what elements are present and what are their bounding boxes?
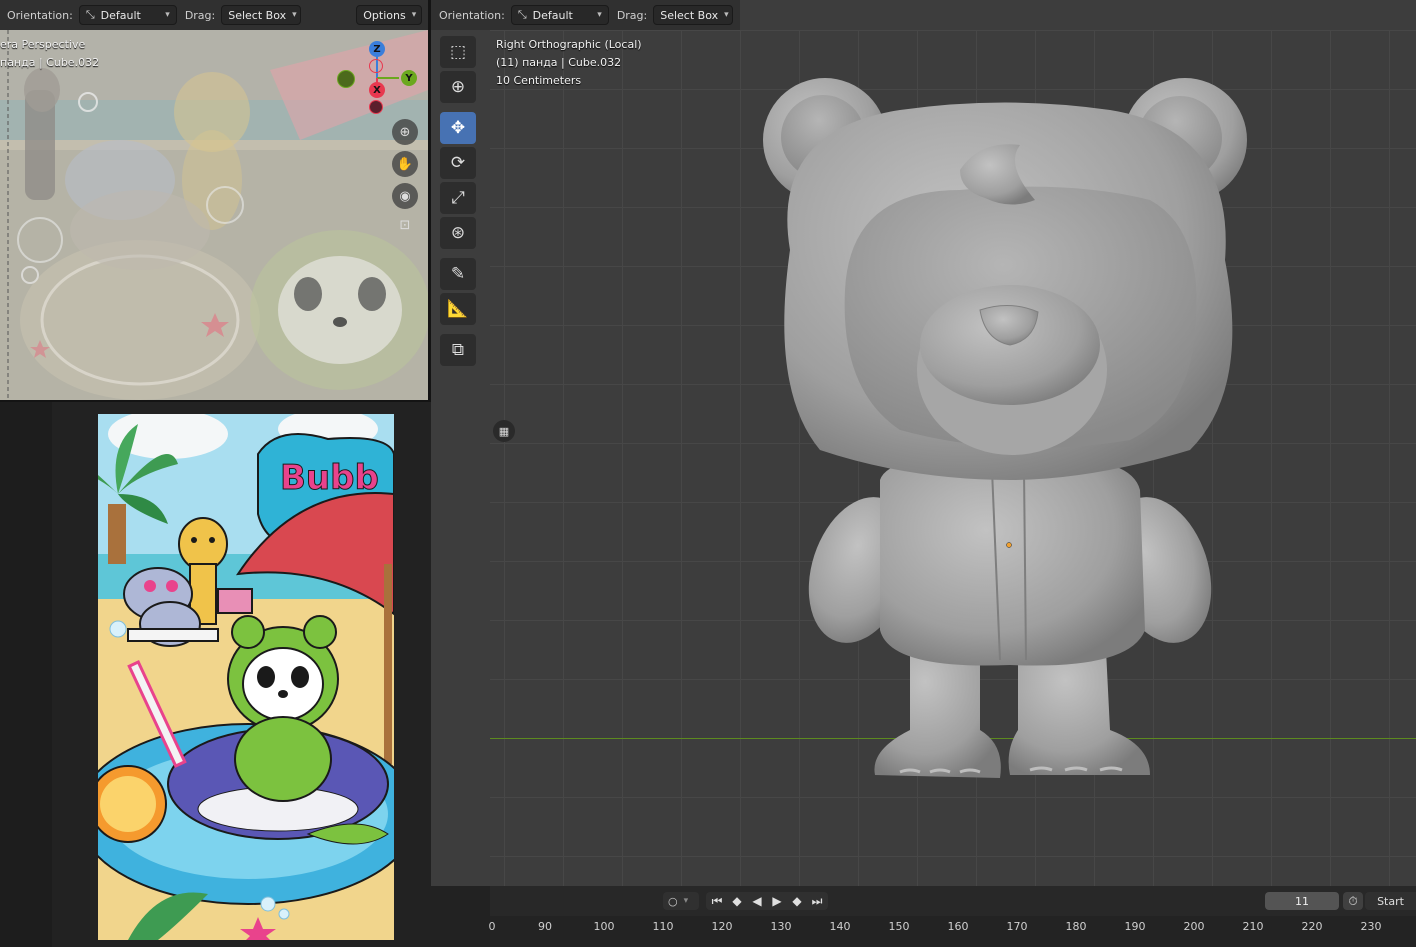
gizmo-x-axis[interactable]: X xyxy=(369,82,385,98)
timeline-frame-label: 150 xyxy=(888,920,910,933)
timeline-frame-label: 100 xyxy=(593,920,615,933)
timeline-frame-label: 130 xyxy=(770,920,792,933)
sign-text: Bubb xyxy=(280,458,379,498)
jump-to-start-icon[interactable]: ⏮ xyxy=(708,893,726,909)
reference-illustration: Bubb bAr xyxy=(98,414,394,940)
gizmo-y-axis[interactable]: Y xyxy=(401,70,417,86)
timeline-frame-label: 210 xyxy=(1242,920,1264,933)
scale-tool-icon[interactable]: ⤢ xyxy=(440,182,476,214)
right-3d-viewport[interactable]: Right Orthographic (Local) (11) панда | … xyxy=(490,30,1416,886)
viewport-object-name: панда | Cube.032 xyxy=(0,56,100,69)
orientation-dropdown[interactable]: ⤡ Default ▾ xyxy=(510,5,609,25)
options-label: Options xyxy=(363,8,406,22)
checker-toggle-icon[interactable]: ▦ xyxy=(493,420,515,442)
add-cube-tool-icon[interactable]: ⧉ xyxy=(440,334,476,366)
drag-value: Select Box xyxy=(660,8,719,22)
jump-to-end-icon[interactable]: ⏭ xyxy=(808,893,826,909)
timeline-frame-label: 90 xyxy=(538,920,552,933)
timeline-frame-label: 140 xyxy=(829,920,851,933)
timeline-frame-label: 220 xyxy=(1301,920,1323,933)
viewport-view-name: era Perspective xyxy=(0,38,86,51)
drag-dropdown[interactable]: Select Box ▾ xyxy=(653,5,734,25)
record-icon: ○ xyxy=(668,894,678,908)
timeline-frame-label: 200 xyxy=(1183,920,1205,933)
orientation-label: Orientation: xyxy=(7,8,73,22)
jump-to-keyframe-next-icon[interactable]: ◆ xyxy=(788,893,806,909)
timeline-frame-label: 160 xyxy=(947,920,969,933)
timeline-frame-label: 230 xyxy=(1360,920,1382,933)
orientation-value: Default xyxy=(532,8,573,22)
gizmo-neg-z-axis[interactable] xyxy=(369,100,383,114)
move-tool-icon[interactable]: ✥ xyxy=(440,112,476,144)
drag-label: Drag: xyxy=(616,8,648,22)
orientation-dropdown[interactable]: ⤡ Default ▾ xyxy=(78,5,177,25)
chevron-down-icon: ▾ xyxy=(683,896,689,906)
jump-to-keyframe-prev-icon[interactable]: ◆ xyxy=(728,893,746,909)
timeline-frame-label: 110 xyxy=(652,920,674,933)
chevron-down-icon: ▾ xyxy=(724,10,729,20)
image-editor-area[interactable]: Bubb bAr xyxy=(0,402,490,947)
options-dropdown[interactable]: Options ▾ xyxy=(356,5,423,25)
left-3d-viewport[interactable]: era Perspective панда | Cube.032 Z Y X ⊕… xyxy=(0,30,428,401)
camera-icon[interactable]: ◉ xyxy=(392,183,418,209)
annotate-tool-icon[interactable]: ✎ xyxy=(440,258,476,290)
orientation-label: Orientation: xyxy=(439,8,505,22)
measure-tool-icon[interactable]: 📐 xyxy=(440,293,476,325)
chevron-down-icon: ▾ xyxy=(597,10,602,20)
stopwatch-icon[interactable]: ⏱ xyxy=(1343,892,1363,910)
chevron-down-icon: ▾ xyxy=(165,10,170,20)
gizmo-z-axis[interactable]: Z xyxy=(369,41,385,57)
gizmo-neg-y-axis[interactable] xyxy=(337,70,355,88)
timeline-frame-label: 170 xyxy=(1006,920,1028,933)
right-viewport-header: Orientation: ⤡ Default ▾ Drag: Select Bo… xyxy=(431,0,740,30)
timeline-frame-label: 120 xyxy=(711,920,733,933)
zoom-icon[interactable]: ⊕ xyxy=(392,119,418,145)
orientation-value: Default xyxy=(100,8,141,22)
pan-hand-icon[interactable]: ✋ xyxy=(392,151,418,177)
play-reverse-icon[interactable]: ◀ xyxy=(748,893,766,909)
gizmo-neg-x-axis[interactable] xyxy=(369,59,383,73)
tool-shelf: ⬚ ⊕ ✥ ⟳ ⤢ ⊛ ✎ 📐 ⧉ xyxy=(438,36,478,369)
timeline-ruler[interactable]: 0 90 100 110 120 130 140 150 160 170 180 190 200 210 2… xyxy=(488,916,1416,947)
rotate-tool-icon[interactable]: ⟳ xyxy=(440,147,476,179)
timeline-frame-label: 180 xyxy=(1065,920,1087,933)
lock-icon[interactable]: ⊡ xyxy=(392,212,418,238)
start-frame-field[interactable]: Start xyxy=(1365,892,1416,910)
timeline-header: ○ ▾ ⏮ ◆ ◀ ▶ ◆ ⏭ 11 ⏱ Start xyxy=(490,886,1416,916)
drag-value: Select Box xyxy=(228,8,287,22)
transform-orientation-icon: ⤡ xyxy=(517,8,527,21)
timeline-frame-label: 0 xyxy=(488,920,496,933)
keying-dropdown[interactable]: ○ ▾ xyxy=(663,892,699,910)
chevron-down-icon: ▾ xyxy=(411,10,417,20)
transform-tool-icon[interactable]: ⊛ xyxy=(440,217,476,249)
bear-sculpt-mesh xyxy=(763,78,1247,778)
current-frame-field[interactable]: 11 xyxy=(1265,892,1339,910)
play-icon[interactable]: ▶ xyxy=(768,893,786,909)
timeline-frame-label: 190 xyxy=(1124,920,1146,933)
select-box-tool-icon[interactable]: ⬚ xyxy=(440,36,476,68)
header-empty-space xyxy=(740,0,1416,30)
cursor-tool-icon[interactable]: ⊕ xyxy=(440,71,476,103)
transform-orientation-icon: ⤡ xyxy=(85,8,95,21)
drag-dropdown[interactable]: Select Box ▾ xyxy=(221,5,302,25)
left-viewport-header: Orientation: ⤡ Default ▾ Drag: Select Bo… xyxy=(0,0,428,30)
drag-label: Drag: xyxy=(184,8,216,22)
chevron-down-icon: ▾ xyxy=(292,10,297,20)
